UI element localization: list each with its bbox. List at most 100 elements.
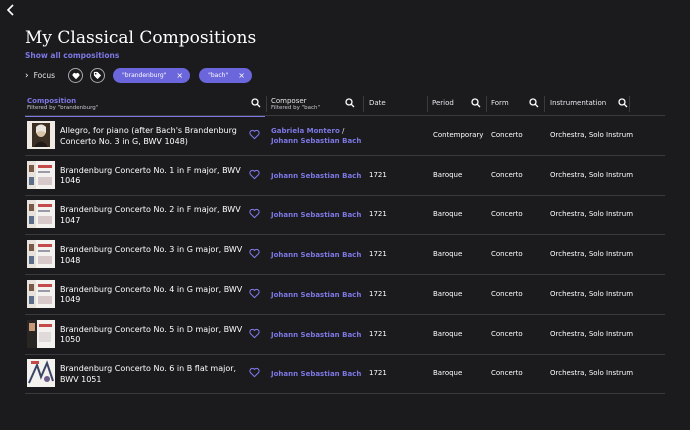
column-divider <box>544 96 545 112</box>
instrumentation-cell: Orchestra, Solo Instrument <box>550 329 633 338</box>
album-thumbnail <box>27 240 55 269</box>
heart-icon <box>72 72 79 79</box>
column-divider <box>629 96 630 112</box>
table-row[interactable]: Brandenburg Concerto No. 4 in G major, B… <box>25 275 665 315</box>
column-label: Composition <box>27 97 77 105</box>
composer-link[interactable]: Johann Sebastian Bach <box>271 369 371 379</box>
heart-outline-icon[interactable] <box>249 208 260 219</box>
instrumentation-cell: Orchestra, Solo Instrument <box>550 369 633 378</box>
page-title: My Classical Compositions <box>25 28 257 48</box>
filter-chip-label: "bach" <box>208 72 229 79</box>
composition-title[interactable]: Brandenburg Concerto No. 6 in B flat maj… <box>60 364 250 385</box>
composer-name[interactable]: Johann Sebastian Bach <box>271 211 361 219</box>
period-cell: Baroque <box>433 329 463 338</box>
composer-link[interactable]: Johann Sebastian Bach <box>271 250 371 260</box>
heart-outline-icon[interactable] <box>249 367 260 378</box>
column-header-date[interactable]: Date <box>367 92 425 116</box>
period-cell: Baroque <box>433 170 463 179</box>
composer-name[interactable]: Johann Sebastian Bach <box>271 370 361 378</box>
column-label: Period <box>432 99 454 107</box>
column-divider <box>266 96 267 112</box>
composer-name[interactable]: Johann Sebastian Bach <box>271 251 361 259</box>
column-header-period[interactable]: Period <box>430 92 485 116</box>
column-label: Form <box>491 99 509 107</box>
date-cell: 1721 <box>369 170 387 179</box>
show-all-compositions-link[interactable]: Show all compositions <box>25 51 119 60</box>
composer-name[interactable]: Johann Sebastian Bach <box>271 172 361 180</box>
column-divider <box>486 96 487 112</box>
form-cell: Concerto <box>491 210 523 219</box>
close-icon[interactable]: × <box>238 71 245 80</box>
instrumentation-cell: Orchestra, Solo Instrument <box>550 289 633 298</box>
composer-link[interactable]: Johann Sebastian Bach <box>271 330 371 340</box>
column-header-composition[interactable]: Composition Filtered by "brandenburg" <box>25 92 265 117</box>
table-row[interactable]: Brandenburg Concerto No. 6 in B flat maj… <box>25 354 665 395</box>
instrumentation-cell: Orchestra, Solo Instrument <box>550 250 633 259</box>
album-thumbnail <box>27 200 55 229</box>
date-cell: 1721 <box>369 250 387 259</box>
chevron-right-icon[interactable]: › <box>25 71 29 81</box>
composer-link[interactable]: Johann Sebastian Bach <box>271 290 371 300</box>
search-icon[interactable] <box>345 98 355 108</box>
composition-title[interactable]: Brandenburg Concerto No. 3 in G major, B… <box>60 245 250 266</box>
column-label: Date <box>369 99 386 107</box>
column-header-instrumentation[interactable]: Instrumentation <box>548 92 632 116</box>
column-label: Composer <box>271 97 307 105</box>
heart-outline-icon[interactable] <box>249 248 260 259</box>
composer-name[interactable]: Gabriela Montero <box>271 127 340 135</box>
heart-outline-icon[interactable] <box>249 129 260 140</box>
heart-outline-icon[interactable] <box>249 288 260 299</box>
composer-link[interactable]: Gabriela Montero / Johann Sebastian Bach <box>271 126 371 146</box>
instrumentation-cell: Orchestra, Solo Instrument <box>550 131 633 139</box>
close-icon[interactable]: × <box>176 71 183 80</box>
table-row[interactable]: Allegro, for piano (after Bach's Branden… <box>25 116 665 156</box>
filter-chip-brandenburg[interactable]: "brandenburg" × <box>113 68 191 83</box>
period-cell: Baroque <box>433 210 463 219</box>
filter-chip-label: "brandenburg" <box>122 72 167 79</box>
composer-link[interactable]: Johann Sebastian Bach <box>271 171 371 181</box>
column-header-form[interactable]: Form <box>489 92 543 116</box>
heart-outline-icon[interactable] <box>249 328 260 339</box>
period-cell: Baroque <box>433 289 463 298</box>
column-divider <box>427 96 428 112</box>
heart-outline-icon[interactable] <box>249 169 260 180</box>
album-thumbnail <box>27 121 55 149</box>
instrumentation-cell: Orchestra, Solo Instrument <box>550 210 633 219</box>
composer-link[interactable]: Johann Sebastian Bach <box>271 210 371 220</box>
composition-title[interactable]: Brandenburg Concerto No. 4 in G major, B… <box>60 285 250 306</box>
composer-name[interactable]: Johann Sebastian Bach <box>271 331 361 339</box>
period-cell: Contemporary <box>433 131 484 139</box>
search-icon[interactable] <box>471 98 481 108</box>
back-arrow-icon[interactable] <box>6 4 20 20</box>
column-filter-note: Filtered by "brandenburg" <box>27 105 99 111</box>
search-icon[interactable] <box>529 98 539 108</box>
composition-title[interactable]: Brandenburg Concerto No. 2 in F major, B… <box>60 205 250 226</box>
form-cell: Concerto <box>491 131 523 139</box>
album-thumbnail <box>27 279 55 308</box>
favorites-filter-button[interactable] <box>68 68 84 83</box>
focus-label[interactable]: Focus <box>34 71 55 80</box>
form-cell: Concerto <box>491 329 523 338</box>
column-header-composer[interactable]: Composer Filtered by "bach" <box>269 92 359 116</box>
instrumentation-cell: Orchestra, Solo Instrument <box>550 170 633 179</box>
table-row[interactable]: Brandenburg Concerto No. 2 in F major, B… <box>25 195 665 236</box>
table-row[interactable]: Brandenburg Concerto No. 1 in F major, B… <box>25 156 665 196</box>
period-cell: Baroque <box>433 250 463 259</box>
composition-title[interactable]: Brandenburg Concerto No. 1 in F major, B… <box>60 166 250 187</box>
tags-filter-button[interactable] <box>90 68 106 83</box>
album-thumbnail <box>27 359 55 388</box>
form-cell: Concerto <box>491 289 523 298</box>
column-divider <box>363 96 364 112</box>
table-row[interactable]: Brandenburg Concerto No. 3 in G major, B… <box>25 235 665 276</box>
composition-title[interactable]: Allegro, for piano (after Bach's Branden… <box>60 126 250 147</box>
filter-chip-bach[interactable]: "bach" × <box>199 68 252 83</box>
album-thumbnail <box>27 160 55 189</box>
form-cell: Concerto <box>491 250 523 259</box>
composition-title[interactable]: Brandenburg Concerto No. 5 in D major, B… <box>60 325 250 346</box>
form-cell: Concerto <box>491 170 523 179</box>
table-row[interactable]: Brandenburg Concerto No. 5 in D major, B… <box>25 315 665 355</box>
composer-name[interactable]: Johann Sebastian Bach <box>271 137 361 145</box>
search-icon[interactable] <box>618 98 628 108</box>
composer-name[interactable]: Johann Sebastian Bach <box>271 291 361 299</box>
search-icon[interactable] <box>251 98 261 108</box>
